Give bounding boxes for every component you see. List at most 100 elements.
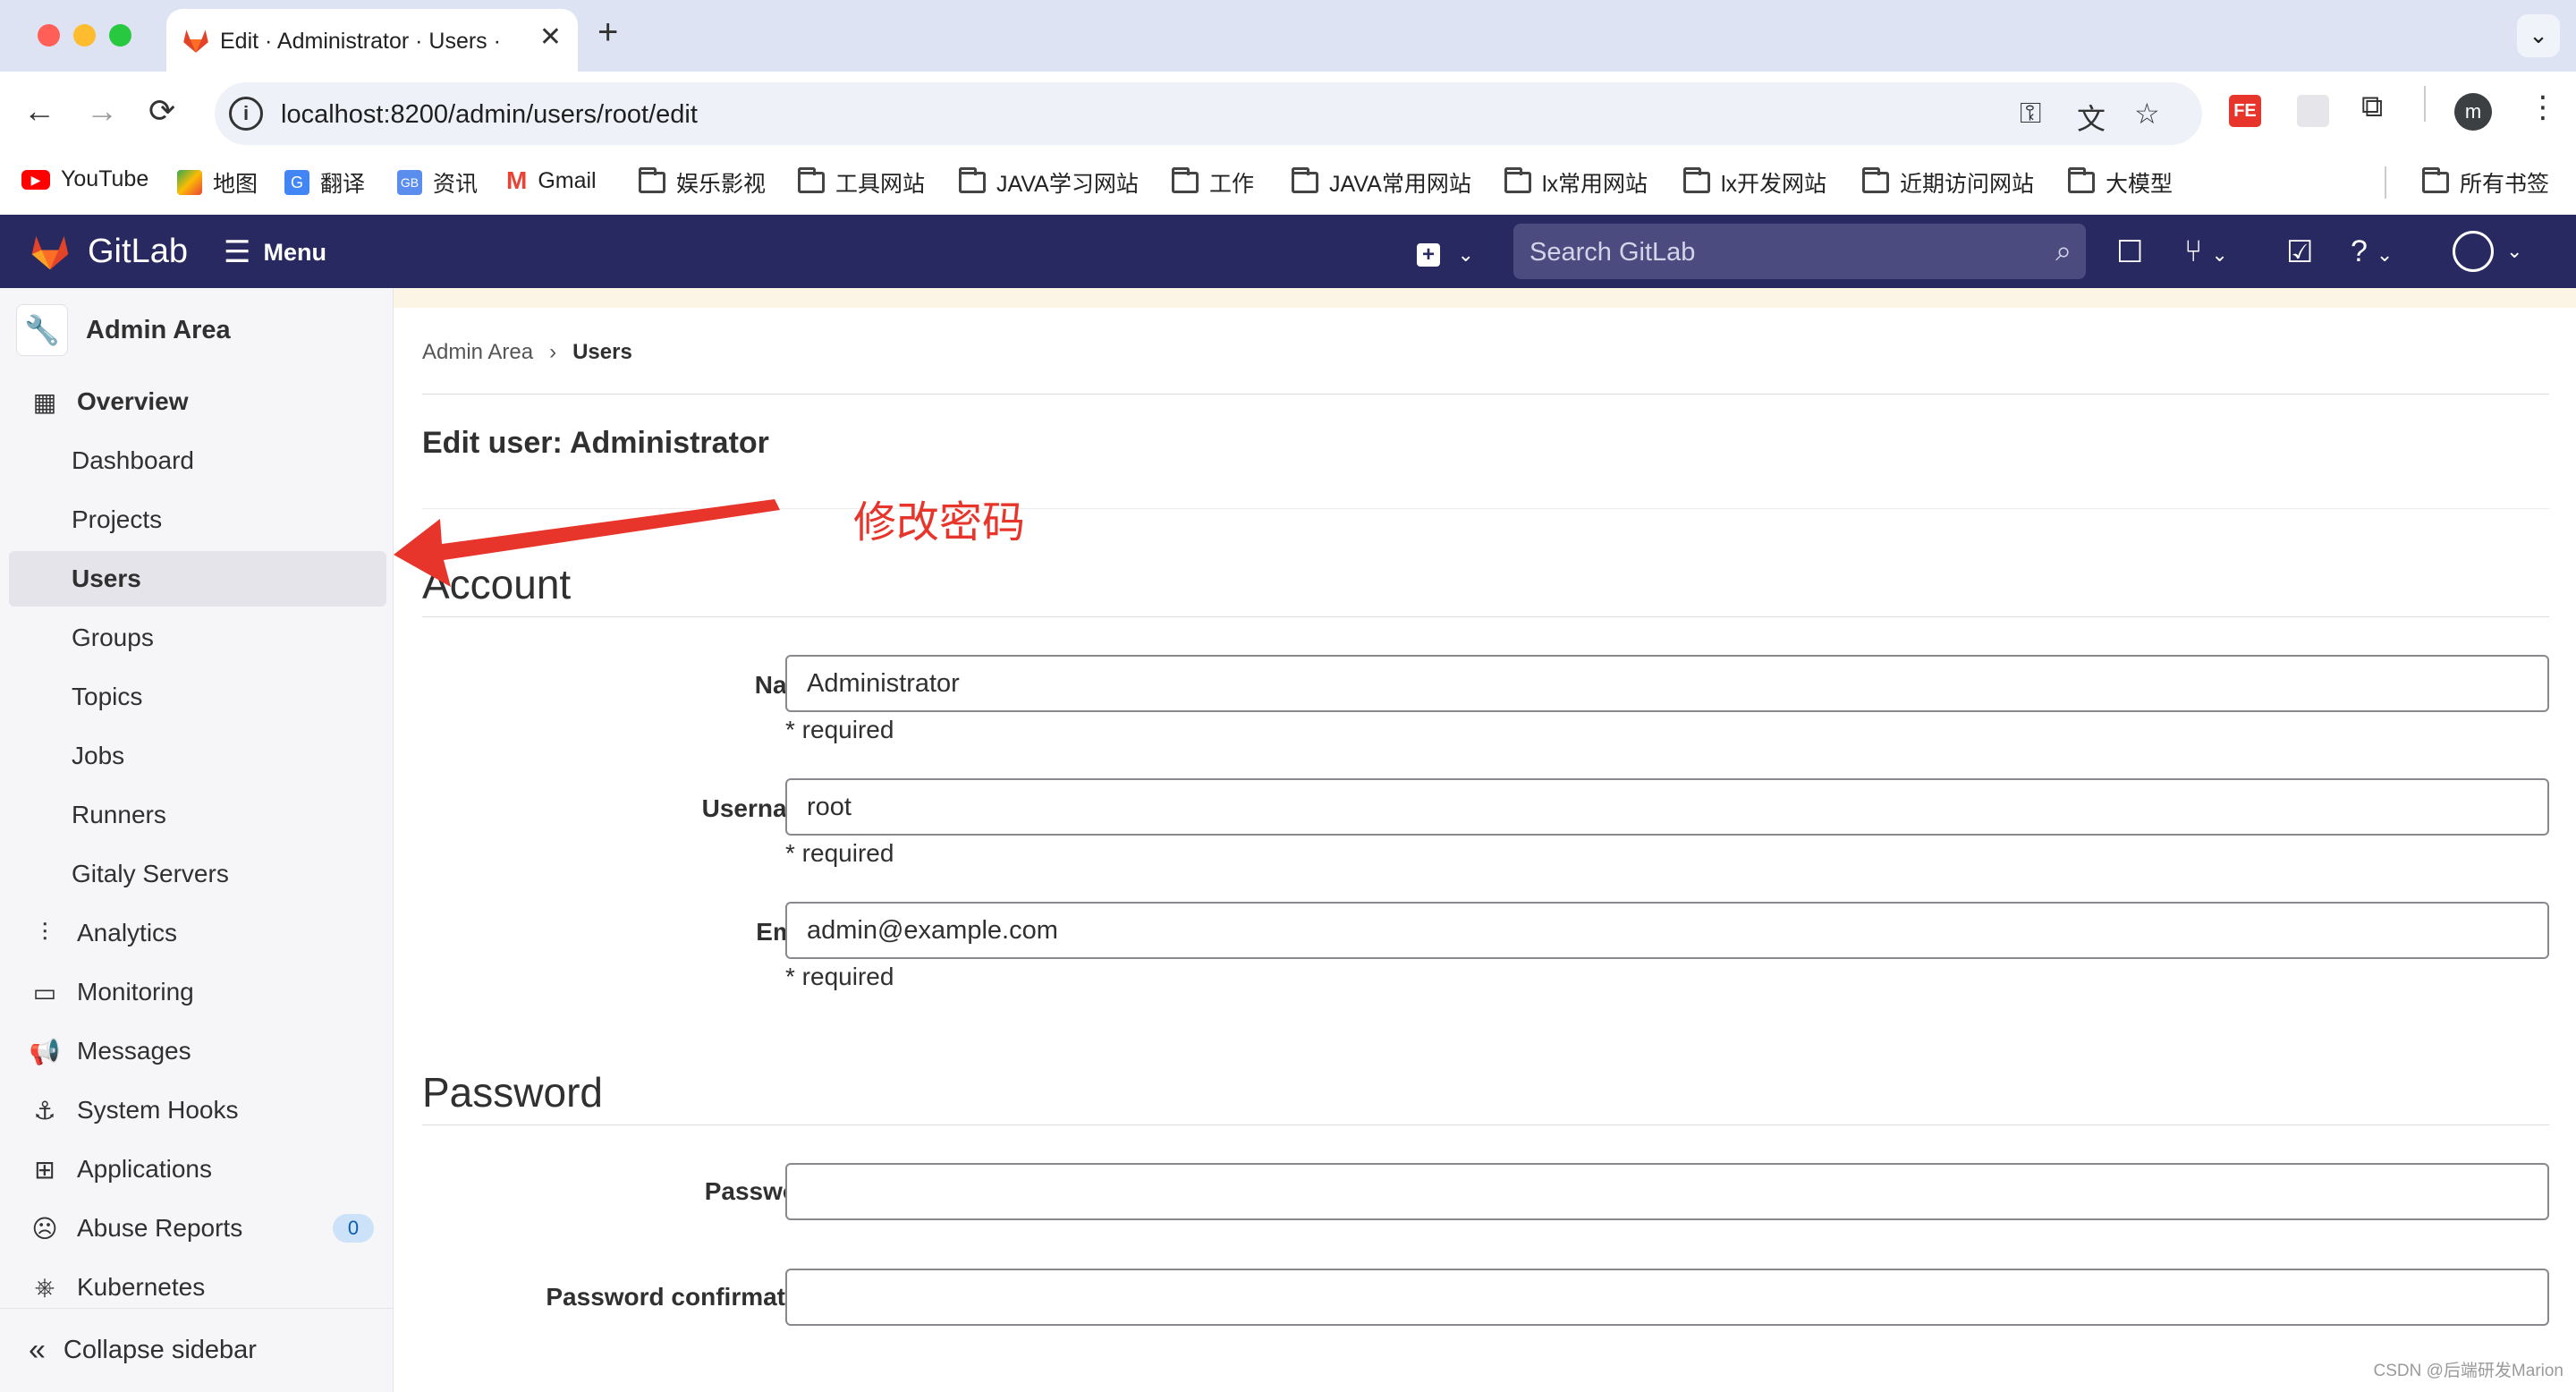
folder-icon bbox=[959, 167, 986, 193]
sidebar: 🔧 Admin Area ▦ Overview Dashboard Projec… bbox=[0, 288, 394, 1392]
sidebar-item-gitaly-servers[interactable]: Gitaly Servers bbox=[9, 846, 386, 902]
folder-icon bbox=[2422, 167, 2449, 193]
bookmark-folder-lx-dev[interactable]: lx开发网站 bbox=[1683, 166, 1826, 199]
bookmark-folder-work[interactable]: 工作 bbox=[1172, 166, 1254, 199]
sidebar-item-messages[interactable]: 📢 Messages bbox=[9, 1023, 386, 1079]
email-field[interactable] bbox=[785, 902, 2549, 959]
bookmark-folder-recent[interactable]: 近期访问网站 bbox=[1862, 166, 2034, 199]
bookmark-folder-lx-common[interactable]: lx常用网站 bbox=[1504, 166, 1648, 199]
sidebar-item-jobs[interactable]: Jobs bbox=[9, 728, 386, 784]
sidebar-item-overview[interactable]: ▦ Overview bbox=[9, 374, 386, 429]
url-text[interactable]: localhost:8200/admin/users/root/edit bbox=[281, 100, 698, 130]
close-window-button[interactable] bbox=[38, 24, 60, 47]
collapse-sidebar-button[interactable]: « Collapse sidebar bbox=[0, 1308, 394, 1392]
sidebar-item-applications[interactable]: ⊞ Applications bbox=[9, 1142, 386, 1197]
sidebar-context-header[interactable]: 🔧 Admin Area bbox=[16, 304, 231, 356]
sidebar-item-groups[interactable]: Groups bbox=[9, 610, 386, 666]
back-arrow-icon[interactable]: ← bbox=[23, 93, 55, 129]
admin-wrench-icon: 🔧 bbox=[16, 304, 68, 356]
maps-icon bbox=[177, 170, 202, 195]
extension-grid-icon[interactable] bbox=[2297, 95, 2329, 127]
bookmark-translate[interactable]: G 翻译 bbox=[284, 166, 365, 199]
divider bbox=[422, 394, 2549, 395]
password-confirmation-field[interactable] bbox=[785, 1269, 2549, 1326]
extension-fe-icon[interactable]: FE bbox=[2229, 95, 2261, 127]
password-key-icon[interactable]: ⚿ bbox=[2020, 97, 2041, 131]
sidebar-item-runners[interactable]: Runners bbox=[9, 787, 386, 843]
toolbar-divider bbox=[2424, 86, 2426, 122]
double-chevron-left-icon: « bbox=[29, 1333, 46, 1367]
tab-search-chevron-icon[interactable]: ⌄ bbox=[2517, 14, 2560, 57]
bookmark-maps[interactable]: 地图 bbox=[177, 166, 258, 199]
breadcrumb-admin-area[interactable]: Admin Area bbox=[422, 340, 533, 365]
email-required-hint: * required bbox=[785, 963, 894, 990]
site-info-icon[interactable]: i bbox=[229, 97, 263, 131]
todo-checkbox-icon[interactable]: ☑ bbox=[2286, 234, 2313, 270]
name-required-hint: * required bbox=[785, 716, 894, 743]
browser-toolbar: ← → ⟳ i localhost:8200/admin/users/root/… bbox=[0, 72, 2576, 154]
username-field[interactable] bbox=[785, 778, 2549, 836]
create-new-plus-icon[interactable]: + ⌄ bbox=[1417, 234, 1474, 269]
bookmark-folder-java-learning[interactable]: JAVA学习网站 bbox=[959, 166, 1139, 199]
bookmark-folder-entertainment[interactable]: 娱乐影视 bbox=[639, 166, 766, 199]
maximize-window-button[interactable] bbox=[109, 24, 131, 47]
browser-menu-icon[interactable]: ⋮ bbox=[2528, 89, 2558, 125]
bookmark-folder-java-common[interactable]: JAVA常用网站 bbox=[1292, 166, 1471, 199]
sidebar-item-system-hooks[interactable]: ⚓ System Hooks bbox=[9, 1082, 386, 1138]
anchor-icon: ⚓ bbox=[33, 1096, 56, 1125]
hamburger-icon: ☰ bbox=[224, 235, 251, 269]
divider bbox=[422, 616, 2549, 617]
password-confirmation-label: Password confirmation bbox=[546, 1283, 823, 1311]
sidebar-item-topics[interactable]: Topics bbox=[9, 669, 386, 725]
translate-page-icon[interactable]: 文 bbox=[2077, 97, 2106, 138]
gitlab-logo-icon[interactable] bbox=[27, 229, 73, 274]
search-input[interactable]: Search GitLab ⌕ bbox=[1513, 224, 2086, 279]
password-field[interactable] bbox=[785, 1163, 2549, 1220]
issues-icon[interactable]: ☐ bbox=[2116, 234, 2143, 270]
gitlab-logo-text[interactable]: GitLab bbox=[88, 233, 188, 271]
bookmark-folder-tools[interactable]: 工具网站 bbox=[798, 166, 925, 199]
close-tab-icon[interactable]: ✕ bbox=[539, 21, 562, 53]
browser-tab[interactable]: Edit · Administrator · Users · ✕ bbox=[166, 9, 578, 72]
monitor-icon: ▭ bbox=[32, 978, 57, 1006]
chevron-down-icon[interactable]: ⌄ bbox=[2506, 240, 2522, 263]
user-avatar[interactable] bbox=[2453, 231, 2494, 272]
tab-title: Edit · Administrator · Users · bbox=[220, 29, 501, 54]
extensions-puzzle-icon[interactable]: ⧉ bbox=[2361, 89, 2383, 124]
bookmark-gmail[interactable]: M Gmail bbox=[506, 166, 597, 195]
folder-icon bbox=[1504, 167, 1531, 193]
help-icon[interactable]: ? ⌄ bbox=[2351, 234, 2393, 269]
merge-requests-icon[interactable]: ⑂ ⌄ bbox=[2184, 234, 2228, 269]
folder-icon bbox=[2068, 167, 2095, 193]
sidebar-item-kubernetes[interactable]: ⎈ Kubernetes bbox=[9, 1260, 386, 1315]
bookmarks-bar: ▶ YouTube 地图 G 翻译 GB 资讯 M Gmail 娱乐影视 工具网… bbox=[0, 154, 2576, 215]
sidebar-item-dashboard[interactable]: Dashboard bbox=[9, 433, 386, 488]
sidebar-item-analytics[interactable]: ⫶ Analytics bbox=[9, 905, 386, 961]
profile-avatar[interactable]: m bbox=[2454, 93, 2492, 131]
sidebar-item-monitoring[interactable]: ▭ Monitoring bbox=[9, 964, 386, 1020]
folder-icon bbox=[1292, 167, 1318, 193]
bookmark-all-bookmarks[interactable]: 所有书签 bbox=[2422, 166, 2549, 199]
minimize-window-button[interactable] bbox=[73, 24, 96, 47]
overview-icon: ▦ bbox=[32, 387, 57, 416]
bookmark-youtube[interactable]: ▶ YouTube bbox=[21, 166, 148, 192]
bookmark-star-icon[interactable]: ☆ bbox=[2134, 97, 2160, 131]
reload-icon[interactable]: ⟳ bbox=[148, 93, 175, 129]
name-field[interactable] bbox=[785, 655, 2549, 712]
page-title: Edit user: Administrator bbox=[422, 426, 769, 460]
sidebar-item-abuse-reports[interactable]: ☹ Abuse Reports 0 bbox=[9, 1201, 386, 1256]
bookmark-folder-llm[interactable]: 大模型 bbox=[2068, 166, 2173, 199]
breadcrumb-users[interactable]: Users bbox=[572, 340, 632, 365]
bookmarks-divider bbox=[2385, 166, 2386, 199]
sidebar-item-users[interactable]: Users bbox=[9, 551, 386, 607]
search-icon: ⌕ bbox=[2055, 234, 2072, 267]
sidebar-item-projects[interactable]: Projects bbox=[9, 492, 386, 547]
news-icon: GB bbox=[397, 170, 422, 195]
bookmark-news[interactable]: GB 资讯 bbox=[397, 166, 478, 199]
chart-icon: ⫶ bbox=[41, 918, 48, 946]
new-tab-button[interactable]: + bbox=[597, 13, 618, 53]
address-bar[interactable]: i localhost:8200/admin/users/root/edit ⚿… bbox=[215, 82, 2202, 145]
forward-arrow-icon[interactable]: → bbox=[86, 93, 118, 129]
menu-button[interactable]: ☰ Menu bbox=[224, 233, 326, 272]
chevron-down-icon: ⌄ bbox=[1457, 243, 1474, 266]
